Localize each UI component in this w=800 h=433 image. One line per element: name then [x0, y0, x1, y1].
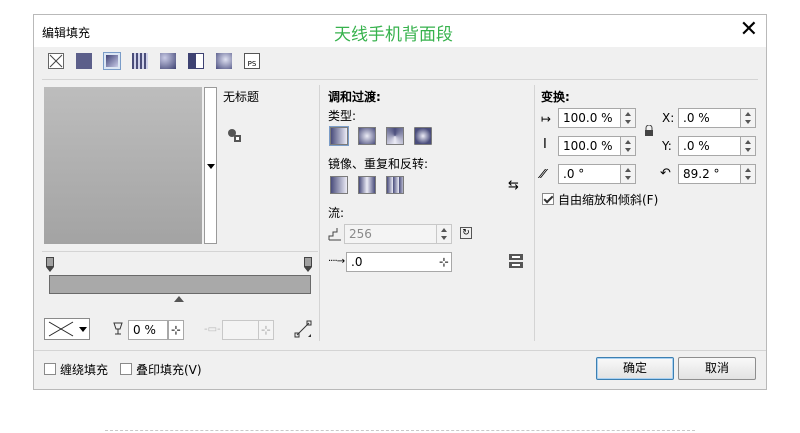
- node-position-slider-icon: ⊹: [258, 320, 274, 340]
- type-label: 类型:: [328, 109, 357, 123]
- blend-heading: 调和过渡:: [328, 90, 381, 104]
- transparency-field[interactable]: 0 %: [128, 320, 168, 340]
- acceleration-icon: ····→: [328, 256, 345, 267]
- wrap-fill-label: 缠绕填充: [60, 363, 109, 377]
- divider: [42, 79, 758, 80]
- dialog-title: 编辑填充: [42, 26, 91, 40]
- divider: [319, 85, 320, 341]
- midpoint-marker-icon[interactable]: [174, 296, 184, 302]
- vector-pattern-icon[interactable]: [132, 53, 148, 69]
- close-icon[interactable]: ✕: [740, 17, 758, 43]
- overprint-fill-checkbox[interactable]: [120, 363, 132, 375]
- chevron-down-icon[interactable]: [207, 164, 215, 169]
- linear-fountain-button[interactable]: [329, 126, 349, 146]
- edit-fill-dialog: 编辑填充 天线手机背面段 ✕ PS 无标题 0 % ⊹ -▭- ⊹ 调和过渡: …: [33, 14, 767, 390]
- two-color-pattern-icon[interactable]: [188, 53, 204, 69]
- divider: [105, 430, 695, 431]
- mirror-label: 镜像、重复和反转:: [328, 157, 429, 171]
- divider: [42, 251, 318, 252]
- ok-button[interactable]: 确定: [596, 357, 674, 380]
- node-position-icon: -▭-: [204, 324, 221, 335]
- node-color-picker[interactable]: [44, 318, 90, 340]
- free-scale-checkbox[interactable]: [542, 193, 554, 205]
- lock-icon[interactable]: [644, 124, 654, 137]
- acceleration-slider-icon[interactable]: ⊹: [436, 252, 452, 272]
- no-fill-icon[interactable]: [48, 53, 64, 69]
- skew-icon: ⁄⁄: [541, 167, 546, 181]
- steps-spinner: [436, 224, 452, 244]
- elliptical-fountain-button[interactable]: [358, 127, 376, 145]
- free-scale-label: 自由缩放和倾斜(F): [558, 193, 659, 207]
- width-icon: ↦: [541, 112, 552, 126]
- default-fill-button[interactable]: [330, 176, 348, 194]
- smooth-blend-icon[interactable]: [508, 253, 524, 269]
- fountain-fill-icon[interactable]: [103, 52, 121, 70]
- divider: [34, 350, 766, 351]
- y-offset-spinner[interactable]: [740, 136, 756, 156]
- save-fill-icon[interactable]: [226, 127, 242, 143]
- texture-fill-icon[interactable]: [216, 53, 232, 69]
- height-spinner[interactable]: [620, 136, 636, 156]
- transparency-icon: [112, 322, 124, 336]
- lock-steps-icon[interactable]: ↻: [460, 227, 472, 239]
- rotate-icon: ↶: [660, 166, 671, 181]
- transform-heading: 变换:: [541, 90, 570, 104]
- wrap-fill-checkbox[interactable]: [44, 363, 56, 375]
- preview-dropdown-strip[interactable]: [204, 87, 217, 244]
- uniform-fill-icon[interactable]: [76, 53, 92, 69]
- postscript-fill-icon[interactable]: PS: [244, 53, 260, 69]
- x-label: X:: [662, 111, 675, 125]
- divider: [534, 85, 535, 341]
- reverse-icon[interactable]: ⇆: [508, 179, 524, 193]
- start-color-node[interactable]: [46, 257, 54, 267]
- width-spinner[interactable]: [620, 108, 636, 128]
- skew-spinner[interactable]: [620, 164, 636, 184]
- bitmap-pattern-icon[interactable]: [160, 53, 176, 69]
- flow-label: 流:: [328, 206, 345, 220]
- y-label: Y:: [662, 139, 672, 153]
- height-icon: I: [543, 137, 547, 152]
- cancel-button[interactable]: 取消: [678, 357, 756, 380]
- end-node-pointer-icon: [304, 267, 312, 272]
- title-bar: 编辑填充 天线手机背面段 ✕: [34, 15, 766, 47]
- repeat-fill-button[interactable]: [386, 176, 404, 194]
- edit-gradient-icon[interactable]: [294, 320, 312, 338]
- start-node-pointer-icon: [46, 267, 54, 272]
- overprint-fill-label: 叠印填充(V): [136, 363, 202, 377]
- gradient-bar[interactable]: [49, 275, 311, 294]
- steps-icon: [328, 227, 342, 241]
- x-offset-spinner[interactable]: [740, 108, 756, 128]
- fill-preview: [44, 87, 202, 244]
- mirror-fill-button[interactable]: [358, 176, 376, 194]
- postscript-label: PS: [247, 60, 257, 68]
- transparency-slider-icon[interactable]: ⊹: [168, 320, 184, 340]
- end-color-node[interactable]: [304, 257, 312, 267]
- conical-fountain-button[interactable]: [386, 127, 404, 145]
- chevron-down-icon[interactable]: [79, 327, 87, 332]
- fill-name-label: 无标题: [223, 90, 260, 104]
- rotate-spinner[interactable]: [740, 164, 756, 184]
- watermark-text: 天线手机背面段: [334, 25, 453, 45]
- rectangular-fountain-button[interactable]: [414, 127, 432, 145]
